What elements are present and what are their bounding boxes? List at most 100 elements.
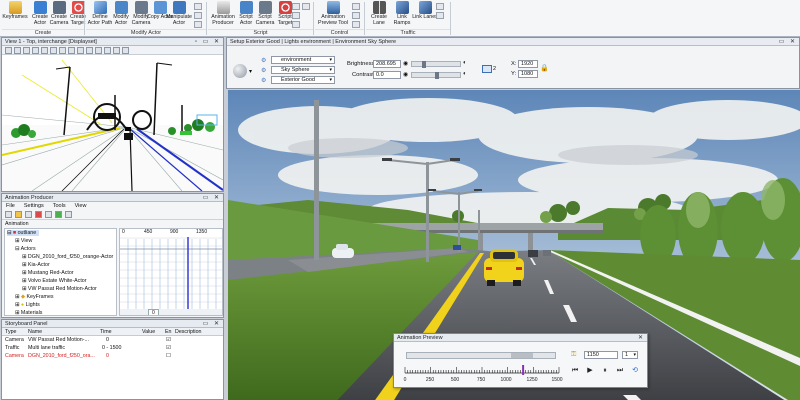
column-header[interactable]: Value [142, 329, 155, 335]
animation-preview-tool-button[interactable]: Animation Preview Tool [316, 1, 350, 28]
table-row[interactable]: Camera VW Passat Red Motion-... 0 ☑ [2, 337, 223, 345]
play-small-button[interactable] [352, 12, 360, 19]
tree-item[interactable]: ⊞ DGN_2010_ford_f250_orange-Actor [22, 254, 113, 260]
tree-item[interactable]: ⊞ Materials [15, 310, 42, 315]
column-header[interactable]: Name [28, 329, 42, 335]
small-tool-button[interactable] [292, 12, 300, 19]
dropdown-arrow-icon[interactable]: ▾ [249, 68, 252, 75]
small-tool-button[interactable] [194, 3, 202, 10]
lock-icon[interactable]: ◉ [403, 71, 408, 78]
small-tool-button[interactable] [302, 3, 310, 10]
view-tool-button[interactable] [41, 47, 48, 54]
toolbar-button[interactable] [25, 211, 32, 218]
small-tool-button[interactable] [436, 12, 444, 19]
contrast-slider[interactable] [411, 72, 461, 79]
range-thumb[interactable] [511, 353, 533, 358]
view-tool-button[interactable] [23, 47, 30, 54]
keyframes-button[interactable]: Keyframes [2, 1, 28, 28]
sky-combo[interactable]: Sky Sphere ▾ [271, 66, 335, 74]
tree-item[interactable]: ⊞ View [15, 238, 32, 244]
screen-count[interactable]: 2 [493, 66, 496, 72]
manipulate-actor-button[interactable]: Manipulate Actor [166, 1, 192, 28]
view-tool-button[interactable] [5, 47, 12, 54]
table-row[interactable]: Camera DGN_2010_ford_f250_ora... 0 ☐ [2, 353, 223, 361]
rewind-button[interactable]: ⏮ [570, 366, 580, 376]
brightness-input[interactable]: 208.695 [373, 60, 401, 68]
view-tool-button[interactable] [50, 47, 57, 54]
view-tool-button[interactable] [113, 47, 120, 54]
view-tool-button[interactable] [122, 47, 129, 54]
menu-settings[interactable]: Settings [24, 203, 44, 209]
enabled-checkbox[interactable]: ☑ [166, 337, 171, 343]
window-buttons[interactable]: ▭ ✕ [203, 320, 221, 327]
view-tool-button[interactable] [59, 47, 66, 54]
link-lanes-button[interactable]: Link Lanes [412, 1, 438, 28]
x-resolution-input[interactable]: 1920 [518, 60, 538, 68]
playhead-marker[interactable] [522, 365, 525, 375]
menu-file[interactable]: File [6, 203, 15, 209]
toolbar-button[interactable] [5, 211, 12, 218]
top-view-wireframe[interactable] [2, 55, 223, 191]
play-small-button[interactable] [352, 3, 360, 10]
reset-icon[interactable]: ◐ [463, 71, 467, 77]
screen-icon[interactable] [482, 65, 492, 73]
enabled-checkbox[interactable]: ☑ [166, 345, 171, 351]
view-tool-button[interactable] [95, 47, 102, 54]
window-buttons[interactable]: ▭ ✕ [779, 38, 797, 45]
contrast-input[interactable]: 0.0 [373, 71, 401, 79]
tree-item[interactable]: ⊞ Kia-Actor [22, 262, 50, 268]
column-header[interactable]: Description [175, 329, 202, 335]
play-small-button[interactable] [352, 21, 360, 28]
view-tool-button[interactable] [77, 47, 84, 54]
tree-item[interactable]: ⊟ ■ outliane [7, 230, 40, 236]
tree-item[interactable]: ⊟ Actors [15, 246, 36, 252]
view-tool-button[interactable] [104, 47, 111, 54]
view-tool-button[interactable] [32, 47, 39, 54]
preview-range-bar[interactable] [406, 352, 556, 359]
loop-icon[interactable]: ⟲ [630, 366, 640, 376]
key-icon[interactable]: ⚿ [571, 351, 576, 359]
menu-tools[interactable]: Tools [53, 203, 66, 209]
setup-combo[interactable]: Exterior Good ▾ [271, 76, 335, 84]
small-tool-button[interactable] [194, 21, 202, 28]
tree-item[interactable]: ⊞ ◆ KeyFrames [15, 294, 54, 300]
folder-icon[interactable] [15, 211, 22, 218]
small-tool-button[interactable] [292, 3, 300, 10]
window-buttons[interactable]: ▭ ✕ [203, 194, 221, 201]
view-tool-button[interactable] [14, 47, 21, 54]
small-tool-button[interactable] [292, 21, 300, 28]
play-button[interactable]: ▶ [585, 366, 595, 376]
tree-item[interactable]: ⊞ Volvo Estate White-Actor [22, 278, 87, 284]
small-tool-button[interactable] [436, 3, 444, 10]
enabled-checkbox[interactable]: ☐ [166, 353, 171, 359]
sphere-icon[interactable] [233, 64, 247, 78]
pause-button[interactable]: ⏸ [600, 366, 610, 376]
step-select[interactable]: 1 ▾ [622, 351, 638, 359]
view-tool-button[interactable] [68, 47, 75, 54]
table-row[interactable]: Traffic Multi lane traffic 0 - 1500 ☑ [2, 345, 223, 353]
small-tool-button[interactable] [194, 12, 202, 19]
tree-item[interactable]: ⊞ ● Lights [15, 302, 40, 308]
forward-button[interactable]: ⏭ [615, 366, 625, 376]
column-header[interactable]: En [165, 329, 171, 335]
brightness-slider[interactable] [411, 61, 461, 68]
view-tool-button[interactable] [86, 47, 93, 54]
timeline-grid[interactable]: 0 450 900 1350 0 [119, 228, 223, 316]
y-resolution-input[interactable]: 1080 [518, 70, 538, 78]
window-buttons[interactable]: ✕ [638, 334, 645, 341]
toolbar-button[interactable] [65, 211, 72, 218]
delete-icon[interactable] [35, 211, 42, 218]
frame-input[interactable]: 1150 [584, 351, 618, 359]
column-header[interactable]: Time [100, 329, 112, 335]
tree-item[interactable]: ⊞ VW Passat Red Motion-Actor [22, 286, 97, 292]
window-buttons[interactable]: ▫ ▭ ✕ [195, 38, 221, 45]
toolbar-button[interactable] [45, 211, 52, 218]
column-header[interactable]: Type [5, 329, 16, 335]
menu-view[interactable]: View [75, 203, 87, 209]
add-icon[interactable] [55, 211, 62, 218]
lock-icon[interactable]: ◉ [403, 60, 408, 67]
preview-timeline[interactable] [402, 364, 562, 378]
lock-ratio-icon[interactable]: 🔒 [540, 64, 549, 72]
reset-icon[interactable]: ◐ [463, 60, 467, 66]
frame-field[interactable]: 0 [148, 309, 159, 315]
